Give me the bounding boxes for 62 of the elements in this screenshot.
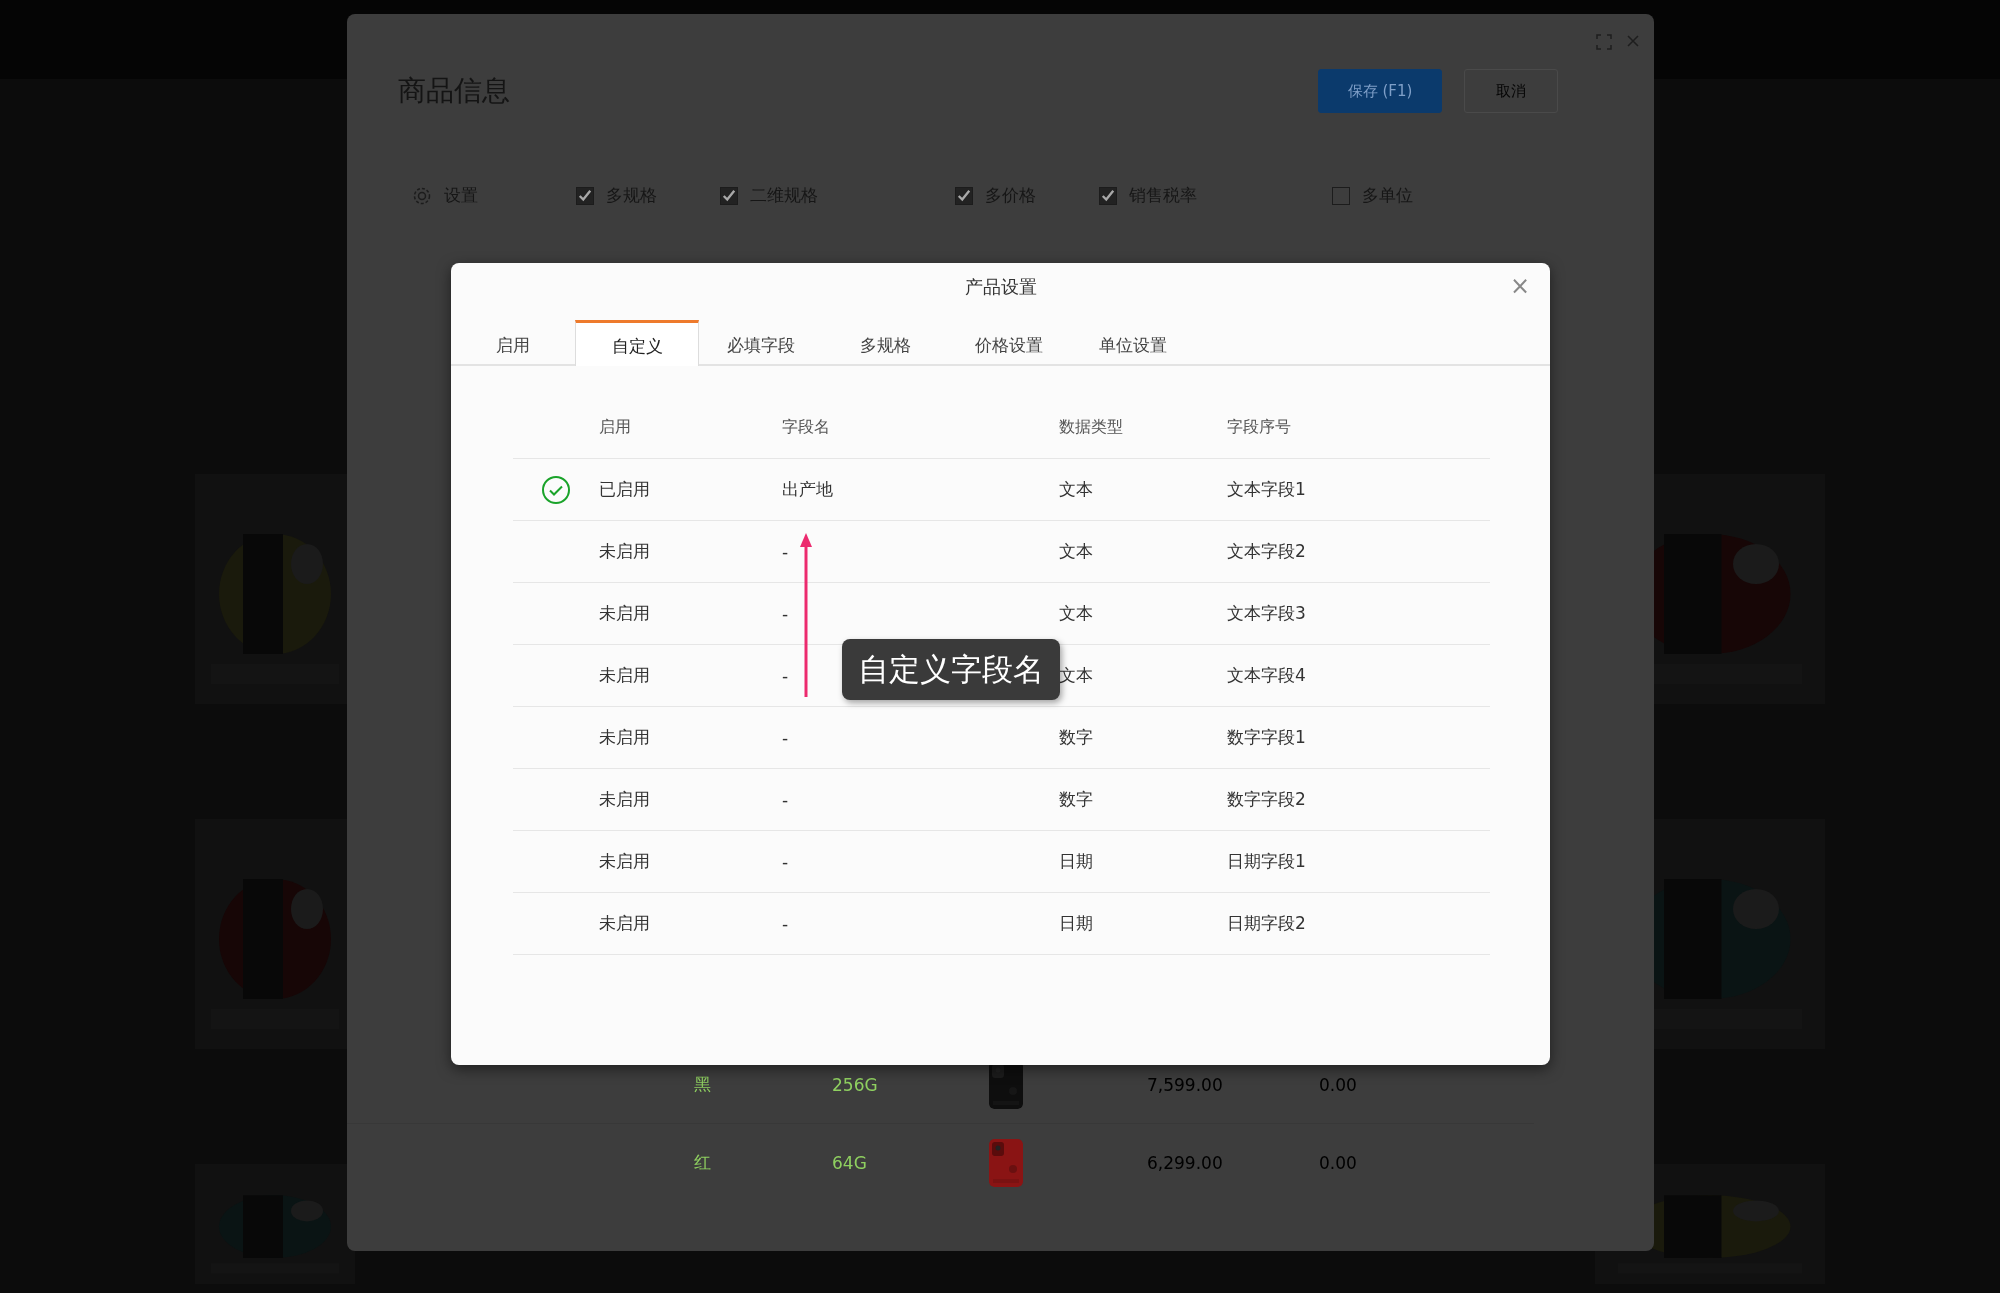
check-icon bbox=[722, 188, 736, 203]
field-name-cell: - bbox=[782, 541, 789, 562]
checkbox[interactable] bbox=[1332, 186, 1350, 205]
status-cell: 未启用 bbox=[599, 602, 650, 625]
field-name-cell: - bbox=[782, 913, 789, 934]
variant-storage: 64G bbox=[832, 1152, 867, 1173]
column-header: 启用 bbox=[599, 416, 632, 438]
data-type-cell: 数字 bbox=[1059, 788, 1093, 811]
status-cell: 未启用 bbox=[599, 850, 650, 873]
data-type-cell: 日期 bbox=[1059, 850, 1093, 873]
checkbox[interactable] bbox=[576, 186, 594, 205]
column-header: 数据类型 bbox=[1059, 416, 1124, 438]
column-header: 字段名 bbox=[782, 416, 831, 438]
status-cell: 未启用 bbox=[599, 726, 650, 749]
field-name-cell: - bbox=[782, 727, 789, 748]
check-icon bbox=[957, 188, 971, 203]
field-number-cell: 日期字段1 bbox=[1227, 850, 1306, 873]
field-number-cell: 数字字段2 bbox=[1227, 788, 1306, 811]
price-cell: 6,299.00 bbox=[1147, 1152, 1223, 1173]
variant-color: 黑 bbox=[694, 1073, 711, 1096]
status-cell: 未启用 bbox=[599, 912, 650, 935]
field-name-cell: 出产地 bbox=[782, 478, 833, 501]
check-icon bbox=[578, 188, 592, 203]
dialog-title: 产品设置 bbox=[964, 275, 1037, 299]
tab[interactable]: 单位设置 bbox=[1071, 320, 1195, 364]
price-cell: 7,599.00 bbox=[1147, 1074, 1223, 1095]
field-name-cell: - bbox=[782, 851, 789, 872]
field-name-cell: - bbox=[782, 603, 789, 624]
data-type-cell: 文本 bbox=[1059, 478, 1093, 501]
checkbox[interactable] bbox=[720, 186, 738, 205]
data-type-cell: 数字 bbox=[1059, 726, 1093, 749]
tab[interactable]: 价格设置 bbox=[947, 320, 1071, 364]
tax-cell: 0.00 bbox=[1319, 1074, 1357, 1095]
field-number-cell: 文本字段4 bbox=[1227, 664, 1306, 687]
check-icon bbox=[1101, 188, 1115, 203]
annotation-label: 自定义字段名 bbox=[842, 639, 1060, 700]
tab[interactable]: 多规格 bbox=[823, 320, 947, 364]
tab[interactable]: 必填字段 bbox=[699, 320, 823, 364]
status-cell: 未启用 bbox=[599, 788, 650, 811]
field-name-cell: - bbox=[782, 665, 789, 686]
field-name-cell: - bbox=[782, 789, 789, 810]
checkbox[interactable] bbox=[955, 186, 973, 205]
field-number-cell: 数字字段1 bbox=[1227, 726, 1306, 749]
data-type-cell: 日期 bbox=[1059, 912, 1093, 935]
column-header: 字段序号 bbox=[1227, 416, 1292, 438]
tab[interactable]: 启用 bbox=[451, 320, 575, 364]
tab[interactable]: 自定义 bbox=[575, 320, 699, 366]
field-number-cell: 文本字段1 bbox=[1227, 478, 1306, 501]
data-type-cell: 文本 bbox=[1059, 602, 1093, 625]
tax-cell: 0.00 bbox=[1319, 1152, 1357, 1173]
status-cell: 已启用 bbox=[599, 478, 650, 501]
checkbox[interactable] bbox=[1099, 186, 1117, 205]
status-cell: 未启用 bbox=[599, 540, 650, 563]
save-button[interactable]: 保存 (F1) bbox=[1318, 69, 1442, 113]
field-number-cell: 文本字段2 bbox=[1227, 540, 1306, 563]
data-type-cell: 文本 bbox=[1059, 664, 1093, 687]
data-type-cell: 文本 bbox=[1059, 540, 1093, 563]
field-number-cell: 日期字段2 bbox=[1227, 912, 1306, 935]
variant-color: 红 bbox=[694, 1151, 711, 1174]
field-number-cell: 文本字段3 bbox=[1227, 602, 1306, 625]
variant-storage: 256G bbox=[832, 1074, 878, 1095]
status-cell: 未启用 bbox=[599, 664, 650, 687]
